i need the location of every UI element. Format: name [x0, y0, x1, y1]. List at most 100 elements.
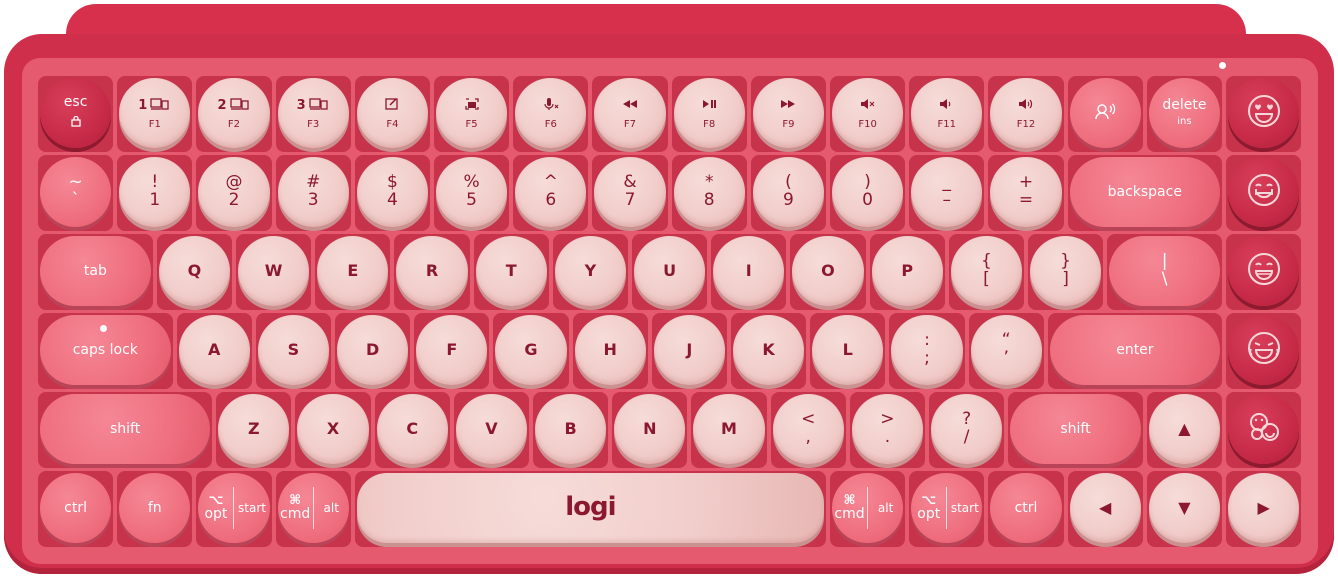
- key-lshift[interactable]: shift: [40, 394, 211, 464]
- key-k5[interactable]: % 5: [436, 157, 508, 227]
- key-comma[interactable]: < ,: [772, 394, 844, 464]
- key-k8[interactable]: * 8: [673, 157, 745, 227]
- key-k6[interactable]: ^ 6: [515, 157, 587, 227]
- key-k2[interactable]: @ 2: [198, 157, 270, 227]
- device-icon: [308, 96, 330, 116]
- key-space[interactable]: logi: [356, 473, 824, 543]
- key-z[interactable]: Z: [218, 394, 290, 464]
- key-legend: 8: [703, 190, 715, 210]
- key-emoji4[interactable]: [1228, 315, 1300, 385]
- key-equal[interactable]: + =: [990, 157, 1062, 227]
- key-h[interactable]: H: [574, 315, 646, 385]
- key-f9[interactable]: F9: [752, 78, 824, 148]
- key-enter[interactable]: enter: [1049, 315, 1220, 385]
- key-l[interactable]: L: [812, 315, 884, 385]
- key-esc[interactable]: esc: [40, 78, 112, 148]
- key-m[interactable]: M: [693, 394, 765, 464]
- key-f4[interactable]: F4: [356, 78, 428, 148]
- volume-down-icon: [936, 96, 958, 116]
- key-down[interactable]: ▼: [1148, 473, 1220, 543]
- key-rshift[interactable]: shift: [1010, 394, 1141, 464]
- key-period[interactable]: > .: [851, 394, 923, 464]
- key-g[interactable]: G: [495, 315, 567, 385]
- key-q[interactable]: Q: [158, 236, 230, 306]
- key-f12[interactable]: F12: [990, 78, 1062, 148]
- key-f3[interactable]: 3 F3: [277, 78, 349, 148]
- key-f11[interactable]: F11: [911, 78, 983, 148]
- key-f7[interactable]: F7: [594, 78, 666, 148]
- key-e[interactable]: E: [317, 236, 389, 306]
- key-w[interactable]: W: [238, 236, 310, 306]
- key-f10[interactable]: F10: [832, 78, 904, 148]
- key-tilde[interactable]: ~ `: [40, 157, 112, 227]
- key-lctrl[interactable]: ctrl: [40, 473, 112, 543]
- key-x[interactable]: X: [297, 394, 369, 464]
- key-y[interactable]: Y: [554, 236, 626, 306]
- key-c[interactable]: C: [376, 394, 448, 464]
- key-label: F: [446, 339, 458, 359]
- key-label: H: [603, 339, 617, 359]
- key-t[interactable]: T: [475, 236, 547, 306]
- tear-smile-emoji-icon: [1245, 171, 1283, 213]
- key-semicolon[interactable]: : ;: [891, 315, 963, 385]
- key-k4[interactable]: $ 4: [356, 157, 428, 227]
- key-dictation[interactable]: [1069, 78, 1141, 148]
- key-o[interactable]: O: [792, 236, 864, 306]
- key-k[interactable]: K: [733, 315, 805, 385]
- key-lbracket[interactable]: { [: [950, 236, 1022, 306]
- key-lcmd[interactable]: ⌘ cmd alt: [277, 473, 349, 543]
- key-fn[interactable]: fn: [119, 473, 191, 543]
- key-slash[interactable]: ? /: [931, 394, 1003, 464]
- key-quote[interactable]: “ ’: [970, 315, 1042, 385]
- key-i[interactable]: I: [713, 236, 785, 306]
- key-f8[interactable]: F8: [673, 78, 745, 148]
- key-k7[interactable]: & 7: [594, 157, 666, 227]
- key-legend: 0: [862, 190, 873, 210]
- key-rcmd[interactable]: ⌘ cmd alt: [832, 473, 904, 543]
- key-f[interactable]: F: [416, 315, 488, 385]
- key-label: backspace: [1107, 183, 1182, 200]
- key-a[interactable]: A: [178, 315, 250, 385]
- key-k1[interactable]: ! 1: [119, 157, 191, 227]
- key-r[interactable]: R: [396, 236, 468, 306]
- key-f2[interactable]: 2 F2: [198, 78, 270, 148]
- key-emoji1[interactable]: [1228, 78, 1300, 148]
- key-f5[interactable]: F5: [436, 78, 508, 148]
- key-j[interactable]: J: [653, 315, 725, 385]
- key-d[interactable]: D: [337, 315, 409, 385]
- key-k9[interactable]: ( 9: [752, 157, 824, 227]
- key-backslash[interactable]: | \: [1109, 236, 1220, 306]
- key-rctrl[interactable]: ctrl: [990, 473, 1062, 543]
- key-emoji5[interactable]: [1228, 394, 1300, 464]
- key-right[interactable]: ▶: [1228, 473, 1300, 543]
- key-v[interactable]: V: [455, 394, 527, 464]
- key-up[interactable]: ▲: [1148, 394, 1220, 464]
- key-delete[interactable]: delete ins: [1148, 78, 1220, 148]
- key-capslock[interactable]: caps lock: [40, 315, 171, 385]
- key-k0[interactable]: ) 0: [832, 157, 904, 227]
- key-n[interactable]: N: [614, 394, 686, 464]
- key-minus[interactable]: _ –: [911, 157, 983, 227]
- caps-lock-led: [100, 325, 107, 332]
- key-k3[interactable]: # 3: [277, 157, 349, 227]
- key-lopt[interactable]: ⌥ opt start: [198, 473, 270, 543]
- key-emoji2[interactable]: [1228, 157, 1300, 227]
- key-label: S: [287, 339, 300, 359]
- key-ropt[interactable]: ⌥ opt start: [911, 473, 983, 543]
- key-legend: [: [983, 269, 990, 289]
- key-f1[interactable]: 1 F1: [119, 78, 191, 148]
- key-p[interactable]: P: [871, 236, 943, 306]
- key-b[interactable]: B: [535, 394, 607, 464]
- device-icon: [149, 96, 171, 116]
- key-rbracket[interactable]: } ]: [1030, 236, 1102, 306]
- mute-icon: [857, 96, 879, 116]
- key-label: opt: [917, 506, 941, 523]
- key-fn-label: F1: [148, 118, 161, 130]
- key-emoji3[interactable]: [1228, 236, 1300, 306]
- key-u[interactable]: U: [634, 236, 706, 306]
- key-f6[interactable]: F6: [515, 78, 587, 148]
- key-left[interactable]: ◀: [1069, 473, 1141, 543]
- key-tab[interactable]: tab: [40, 236, 151, 306]
- key-backspace[interactable]: backspace: [1069, 157, 1220, 227]
- key-s[interactable]: S: [257, 315, 329, 385]
